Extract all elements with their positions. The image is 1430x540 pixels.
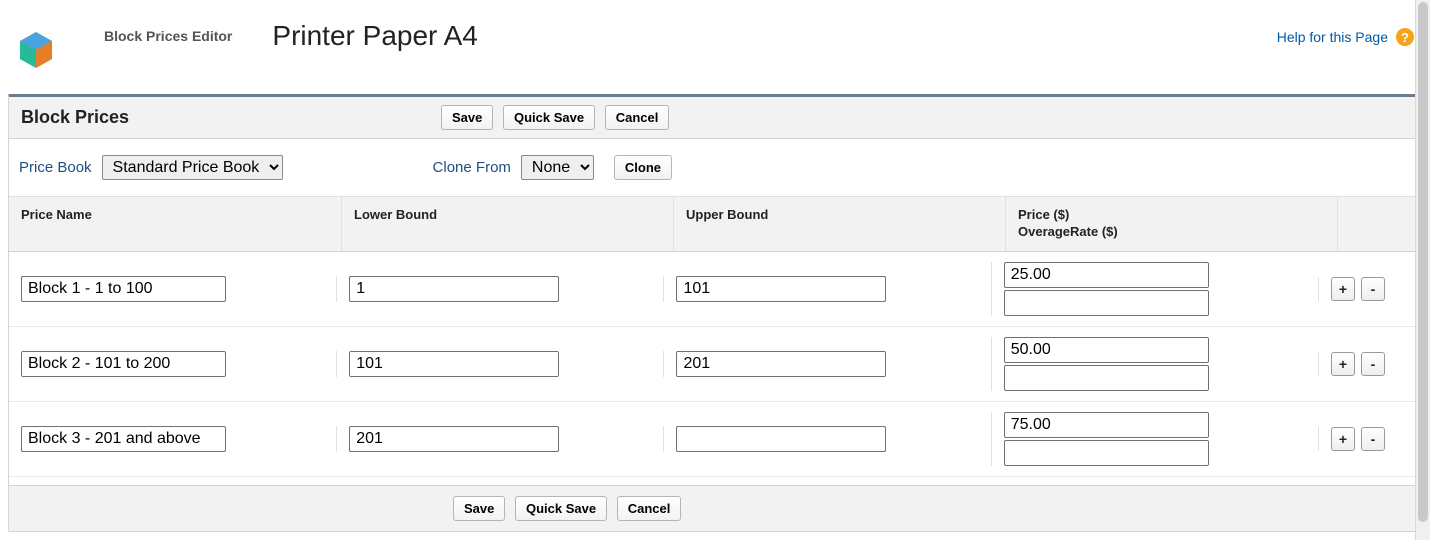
card-footer: Save Quick Save Cancel xyxy=(9,485,1421,531)
quick-save-button[interactable]: Quick Save xyxy=(503,105,595,130)
col-upper-bound: Upper Bound xyxy=(673,197,1005,251)
table-header: Price Name Lower Bound Upper Bound Price… xyxy=(9,197,1421,252)
col-actions xyxy=(1337,197,1421,251)
col-lower-bound: Lower Bound xyxy=(341,197,673,251)
price-book-select[interactable]: Standard Price Book xyxy=(102,155,283,180)
overage-rate-input[interactable] xyxy=(1004,290,1209,316)
table-row: +- xyxy=(9,252,1421,327)
lower-bound-input[interactable] xyxy=(349,426,559,452)
help-area: Help for this Page ? xyxy=(1277,20,1414,46)
upper-bound-input[interactable] xyxy=(676,351,886,377)
help-link[interactable]: Help for this Page xyxy=(1277,29,1388,45)
price-name-input[interactable] xyxy=(21,426,226,452)
quick-save-button-bottom[interactable]: Quick Save xyxy=(515,496,607,521)
top-button-bar: Save Quick Save Cancel xyxy=(441,105,675,130)
table-row: +- xyxy=(9,402,1421,477)
price-name-input[interactable] xyxy=(21,351,226,377)
upper-bound-input[interactable] xyxy=(676,426,886,452)
col-price-name: Price Name xyxy=(9,197,341,251)
clone-from-label: Clone From xyxy=(433,159,511,176)
price-name-input[interactable] xyxy=(21,276,226,302)
upper-bound-input[interactable] xyxy=(676,276,886,302)
bottom-button-bar: Save Quick Save Cancel xyxy=(453,496,1409,521)
remove-row-button[interactable]: - xyxy=(1361,277,1385,301)
table-row: +- xyxy=(9,327,1421,402)
save-button-bottom[interactable]: Save xyxy=(453,496,505,521)
lower-bound-input[interactable] xyxy=(349,351,559,377)
remove-row-button[interactable]: - xyxy=(1361,352,1385,376)
block-prices-card: Block Prices Save Quick Save Cancel Pric… xyxy=(8,94,1422,532)
save-button[interactable]: Save xyxy=(441,105,493,130)
col-price: Price ($) OverageRate ($) xyxy=(1005,197,1337,251)
overage-rate-input[interactable] xyxy=(1004,440,1209,466)
cancel-button-bottom[interactable]: Cancel xyxy=(617,496,682,521)
price-input[interactable] xyxy=(1004,262,1209,288)
price-input[interactable] xyxy=(1004,337,1209,363)
help-icon[interactable]: ? xyxy=(1396,28,1414,46)
card-header: Block Prices Save Quick Save Cancel xyxy=(9,97,1421,139)
lower-bound-input[interactable] xyxy=(349,276,559,302)
filter-bar: Price Book Standard Price Book Clone Fro… xyxy=(9,139,1421,197)
table-body: +-+-+- xyxy=(9,252,1421,477)
cancel-button[interactable]: Cancel xyxy=(605,105,670,130)
page-header: Block Prices Editor Printer Paper A4 Hel… xyxy=(0,0,1430,70)
page-title: Printer Paper A4 xyxy=(272,20,477,52)
clone-from-select[interactable]: None xyxy=(521,155,594,180)
clone-button[interactable]: Clone xyxy=(614,155,672,180)
vertical-scrollbar[interactable] xyxy=(1415,0,1430,540)
add-row-button[interactable]: + xyxy=(1331,277,1355,301)
price-book-label: Price Book xyxy=(19,159,92,176)
overage-rate-input[interactable] xyxy=(1004,365,1209,391)
page-subtitle: Block Prices Editor xyxy=(104,20,232,44)
add-row-button[interactable]: + xyxy=(1331,352,1355,376)
scrollbar-thumb[interactable] xyxy=(1418,2,1428,522)
price-input[interactable] xyxy=(1004,412,1209,438)
add-row-button[interactable]: + xyxy=(1331,427,1355,451)
remove-row-button[interactable]: - xyxy=(1361,427,1385,451)
card-title: Block Prices xyxy=(21,107,441,128)
app-logo-icon xyxy=(16,30,56,70)
